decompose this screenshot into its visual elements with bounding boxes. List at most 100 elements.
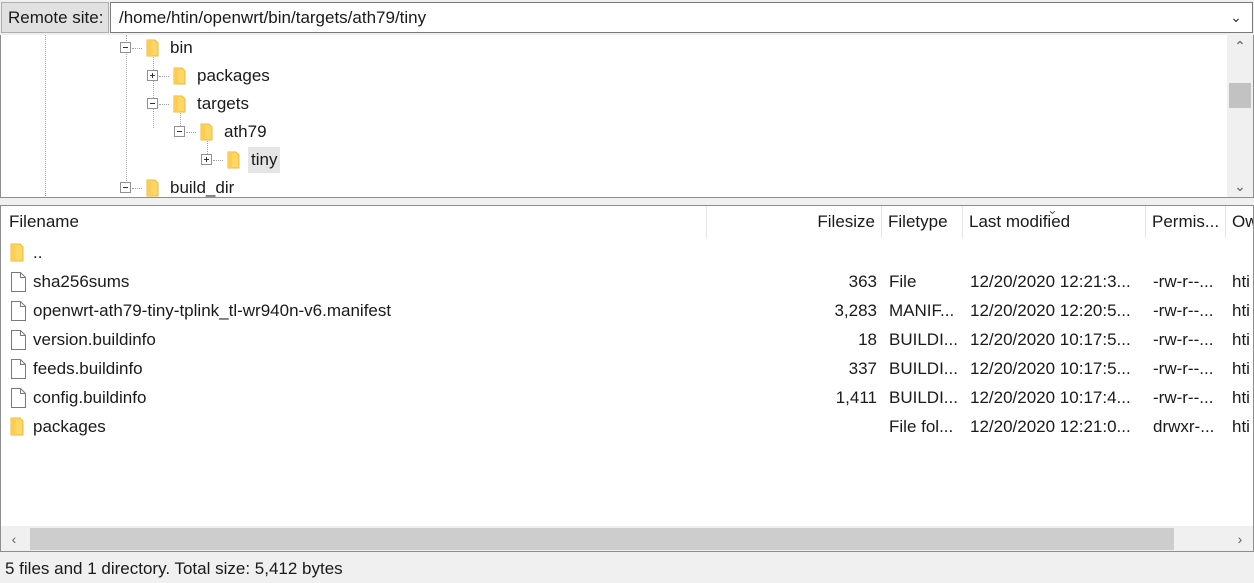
filetype-cell: [889, 238, 959, 267]
filesize-cell: 3,283: [834, 301, 877, 320]
tree-guide-line: [132, 188, 142, 189]
table-row[interactable]: openwrt-ath79-tiny-tplink_tl-wr940n-v6.m…: [1, 296, 1253, 325]
filetype-cell: File: [889, 272, 917, 291]
column-header-filesize[interactable]: Filesize: [707, 206, 881, 238]
file-icon: [10, 301, 26, 321]
remote-site-label: Remote site:: [1, 2, 109, 33]
folder-icon: [173, 95, 186, 113]
table-row[interactable]: version.buildinfo 18 BUILDI... 12/20/2020 1…: [1, 325, 1253, 354]
folder-icon: [146, 39, 159, 57]
tree-guide-line: [213, 160, 223, 161]
table-row[interactable]: ..: [1, 238, 1253, 267]
collapse-icon[interactable]: [174, 126, 185, 137]
owner-cell: hti: [1232, 330, 1250, 349]
file-icon: [10, 359, 26, 379]
permissions-cell: [1153, 238, 1223, 267]
last-modified-cell: 12/20/2020 12:20:5...: [970, 301, 1131, 320]
filename-cell: sha256sums: [33, 272, 130, 291]
filesize-cell: [707, 238, 877, 267]
scroll-up-icon[interactable]: ⌃: [1227, 35, 1253, 57]
folder-icon: [173, 67, 186, 85]
owner-cell: [1232, 238, 1253, 267]
tree-guide-line: [126, 35, 127, 193]
scroll-left-icon[interactable]: ‹: [1, 526, 27, 551]
file-icon: [10, 272, 26, 292]
file-icon: [10, 388, 26, 408]
last-modified-cell: 12/20/2020 10:17:5...: [970, 330, 1131, 349]
tree-guide-line: [186, 132, 196, 133]
filetype-cell: File fol...: [889, 417, 954, 436]
scroll-down-icon[interactable]: ⌄: [1227, 175, 1253, 197]
filesize-cell: 337: [848, 359, 877, 378]
folder-icon: [227, 151, 240, 169]
permissions-cell: -rw-r--...: [1153, 272, 1214, 291]
tree-node-targets[interactable]: targets: [194, 91, 252, 117]
table-row[interactable]: packages File fol... 12/20/2020 12:21:0...…: [1, 412, 1253, 441]
last-modified-cell: 12/20/2020 10:17:4...: [970, 388, 1131, 407]
folder-icon: [146, 179, 159, 197]
column-header-filename[interactable]: Filename: [3, 206, 703, 238]
filename-cell: version.buildinfo: [33, 330, 156, 349]
list-header: Filename Filesize Filetype Last modified…: [1, 205, 1253, 238]
filename-cell: ..: [33, 243, 43, 262]
column-header-owner[interactable]: Ow: [1226, 206, 1253, 238]
tree-node-ath79[interactable]: ath79: [221, 119, 270, 145]
filename-cell: config.buildinfo: [33, 388, 147, 407]
file-icon: [10, 330, 26, 350]
scroll-thumb[interactable]: [30, 528, 1174, 550]
filename-cell: openwrt-ath79-tiny-tplink_tl-wr940n-v6.m…: [33, 301, 392, 320]
column-header-permissions[interactable]: Permis...: [1146, 206, 1225, 238]
filesize-cell: 1,411: [835, 388, 877, 407]
table-row[interactable]: feeds.buildinfo 337 BUILDI... 12/20/2020 10…: [1, 354, 1253, 383]
remote-file-list[interactable]: Filename Filesize Filetype Last modified…: [0, 205, 1254, 552]
filetype-cell: BUILDI...: [889, 330, 958, 349]
filename-cell: packages: [33, 417, 106, 436]
owner-cell: hti: [1232, 417, 1250, 436]
tree-node-build-dir[interactable]: build_dir: [167, 175, 237, 197]
last-modified-cell: 12/20/2020 12:21:0...: [970, 417, 1131, 436]
owner-cell: hti: [1232, 388, 1250, 407]
column-header-filetype[interactable]: Filetype: [882, 206, 962, 238]
expand-icon[interactable]: [201, 154, 212, 165]
pane-splitter[interactable]: [0, 198, 1254, 205]
remote-site-path-combobox[interactable]: /home/htin/openwrt/bin/targets/ath79/tin…: [110, 2, 1253, 33]
collapse-icon[interactable]: [120, 182, 131, 193]
owner-cell: hti: [1232, 272, 1250, 291]
tree-vertical-scrollbar[interactable]: ⌃ ⌄: [1227, 35, 1253, 197]
filesize-cell: [707, 412, 877, 441]
owner-cell: hti: [1232, 301, 1250, 320]
last-modified-cell: 12/20/2020 10:17:5...: [970, 359, 1131, 378]
tree-guide-line: [45, 35, 46, 197]
filename-cell: feeds.buildinfo: [33, 359, 143, 378]
status-bar: 5 files and 1 directory. Total size: 5,4…: [0, 555, 1254, 583]
tree-node-packages[interactable]: packages: [194, 63, 273, 89]
folder-icon: [10, 243, 24, 262]
remote-site-path[interactable]: /home/htin/openwrt/bin/targets/ath79/tin…: [119, 3, 426, 32]
permissions-cell: -rw-r--...: [1153, 330, 1214, 349]
owner-cell: hti: [1232, 359, 1250, 378]
scroll-right-icon[interactable]: ›: [1227, 526, 1253, 551]
expand-icon[interactable]: [147, 70, 158, 81]
tree-guide-line: [132, 48, 142, 49]
collapse-icon[interactable]: [147, 98, 158, 109]
chevron-down-icon[interactable]: ⌄: [1226, 3, 1246, 32]
table-row[interactable]: config.buildinfo 1,411 BUILDI... 12/20/2020…: [1, 383, 1253, 412]
filesize-cell: 18: [858, 330, 877, 349]
permissions-cell: -rw-r--...: [1153, 359, 1214, 378]
tree-guide-line: [159, 104, 169, 105]
filetype-cell: BUILDI...: [889, 388, 958, 407]
sort-descending-icon: ⌄: [1047, 205, 1058, 217]
last-modified-cell: 12/20/2020 12:21:3...: [970, 272, 1131, 291]
last-modified-cell: [970, 238, 1142, 267]
filetype-cell: BUILDI...: [889, 359, 958, 378]
remote-directory-tree[interactable]: bin packages targets ath79 tiny build_di…: [0, 35, 1254, 198]
permissions-cell: drwxr-...: [1153, 417, 1215, 436]
collapse-icon[interactable]: [120, 42, 131, 53]
tree-node-bin[interactable]: bin: [167, 35, 196, 61]
tree-node-tiny[interactable]: tiny: [248, 147, 281, 173]
scroll-thumb[interactable]: [1229, 83, 1251, 108]
table-row[interactable]: sha256sums 363 File 12/20/2020 12:21:3... -r…: [1, 267, 1253, 296]
list-horizontal-scrollbar[interactable]: ‹ ›: [1, 526, 1253, 551]
tree-guide-line: [153, 53, 154, 128]
filetype-cell: MANIF...: [889, 301, 955, 320]
